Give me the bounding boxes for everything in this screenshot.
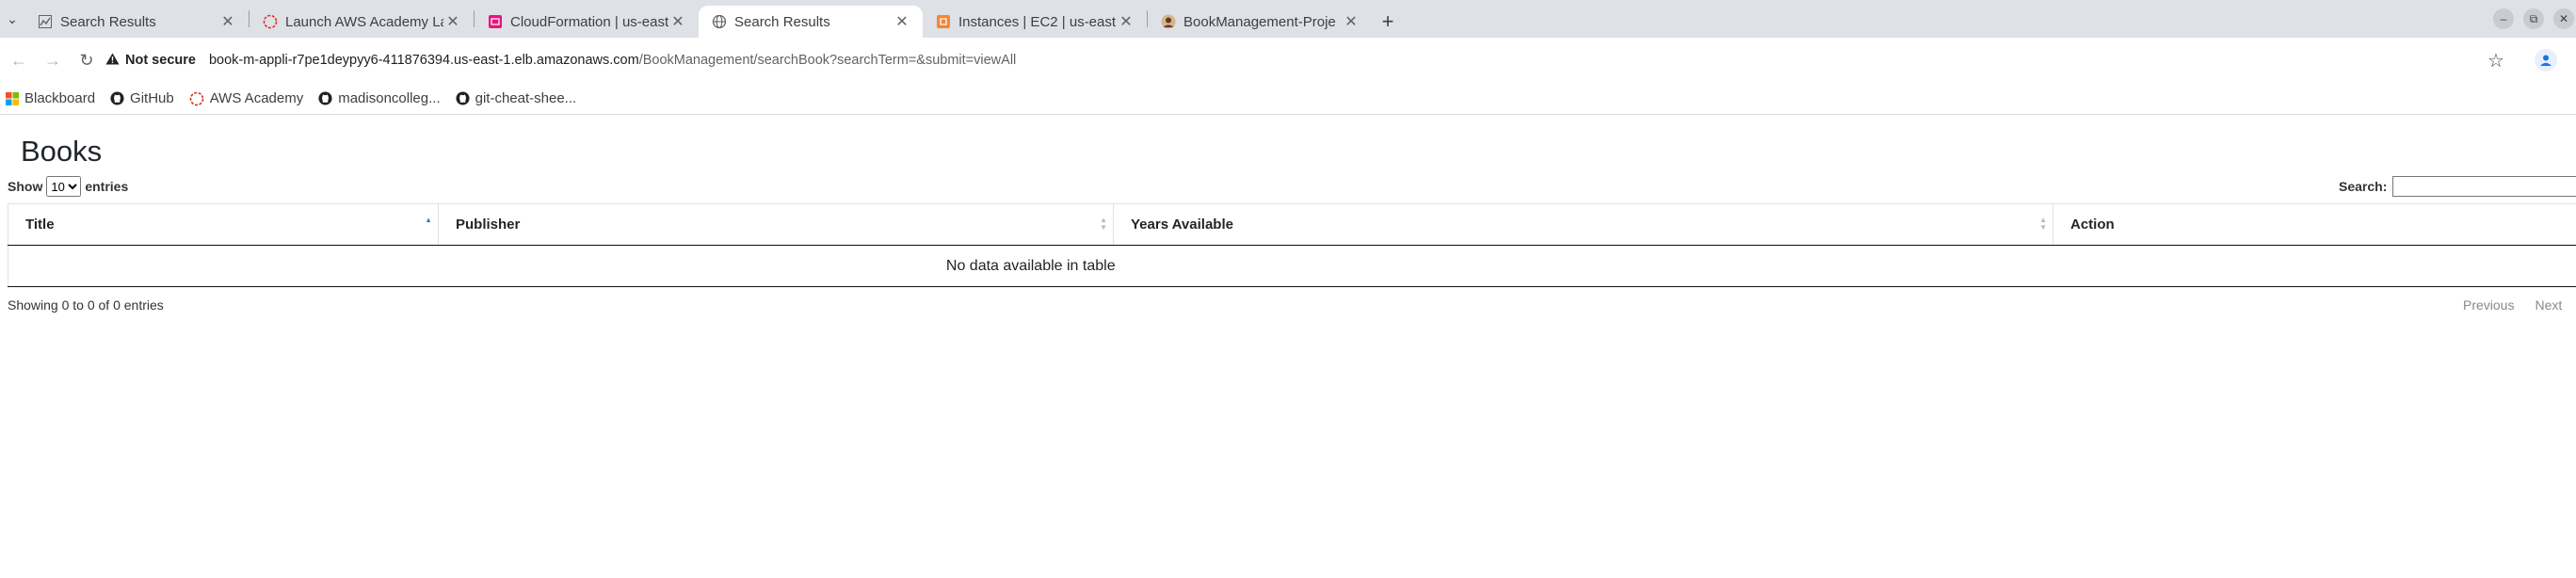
tab-title: CloudFormation | us-east	[510, 13, 668, 30]
page-content: Books Show 10 entries Search: Title ▲ Pu…	[0, 116, 2576, 578]
bookmark-github[interactable]: GitHub	[110, 90, 174, 106]
tab-instances-ec2[interactable]: Instances | EC2 | us-east ✕	[923, 6, 1147, 38]
sort-both-icon: ▲▼	[2039, 216, 2047, 232]
previous-page-button[interactable]: Previous	[2463, 297, 2514, 313]
back-arrow-icon[interactable]: ←	[2, 43, 36, 77]
security-label: Not secure	[125, 53, 196, 68]
column-header-years-available[interactable]: Years Available ▲ ▼	[1113, 203, 2053, 246]
bookmark-label: git-cheat-shee...	[475, 90, 577, 106]
minimize-icon[interactable]: –	[2493, 8, 2514, 29]
reload-icon[interactable]: ↻	[70, 43, 104, 77]
github-icon	[110, 91, 124, 105]
address-bar[interactable]: Not secure book-m-appli-r7pe1deypyy6-411…	[105, 41, 2478, 79]
tab-search-results-active[interactable]: Search Results ✕	[699, 6, 923, 38]
table-info: Showing 0 to 0 of 0 entries	[8, 297, 164, 313]
column-header-label: Publisher	[456, 217, 521, 233]
bookmark-star-icon[interactable]: ☆	[2487, 49, 2504, 72]
aws-academy-icon	[189, 91, 204, 106]
ec2-icon	[936, 14, 951, 29]
close-icon[interactable]: ✕	[1342, 12, 1360, 31]
tab-title: BookManagement-Proje	[1183, 13, 1336, 30]
cloudformation-icon	[488, 14, 503, 29]
restore-icon[interactable]: ⧉	[2523, 8, 2544, 29]
globe-icon	[712, 14, 727, 29]
entries-length-control: Show 10 entries	[8, 176, 128, 197]
tab-bookmanagement-project[interactable]: BookManagement-Proje ✕	[1148, 6, 1372, 38]
tab-title: Search Results	[734, 13, 830, 30]
next-page-button[interactable]: Next	[2535, 297, 2562, 313]
tab-search-results-1[interactable]: Search Results ✕	[24, 6, 249, 38]
bookmark-madisoncollege[interactable]: madisoncolleg...	[318, 90, 441, 106]
github-icon	[318, 91, 332, 105]
entries-per-page-select[interactable]: 10	[46, 176, 82, 197]
blackboard-icon	[6, 91, 19, 105]
empty-table-message: No data available in table	[8, 245, 2053, 287]
length-prefix: Show	[8, 179, 43, 194]
table-row: No data available in table	[8, 245, 2576, 287]
github-avatar-icon	[1161, 14, 1176, 29]
tab-title: Search Results	[60, 13, 156, 30]
column-header-label: Years Available	[1131, 217, 1233, 233]
table-search: Search:	[2339, 176, 2576, 197]
search-input[interactable]	[2392, 176, 2576, 197]
url-host: book-m-appli-r7pe1deypyy6-411876394.us-e…	[208, 53, 639, 68]
bookmark-blackboard[interactable]: Blackboard	[6, 90, 95, 106]
bookmark-git-cheat-sheet[interactable]: git-cheat-shee...	[456, 90, 577, 106]
close-icon[interactable]: ✕	[1117, 12, 1135, 31]
sort-both-icon: ▲▼	[1100, 216, 1107, 232]
length-suffix: entries	[85, 179, 129, 194]
column-header-action[interactable]: Action ▲▼	[2053, 203, 2576, 246]
browser-toolbar: ← → ↻ Not secure book-m-appli-r7pe1deypy…	[0, 38, 2576, 83]
chart-icon	[38, 14, 53, 29]
security-indicator[interactable]: Not secure	[105, 53, 196, 69]
bookmark-label: AWS Academy	[209, 90, 304, 106]
close-icon[interactable]: ✕	[443, 12, 462, 31]
tab-title: Launch AWS Academy La	[285, 13, 443, 30]
close-icon[interactable]: ✕	[218, 12, 237, 31]
tab-cloudformation[interactable]: CloudFormation | us-east ✕	[475, 6, 699, 38]
column-header-label: Action	[2070, 217, 2115, 233]
forward-arrow-icon[interactable]: →	[36, 43, 70, 77]
bookmark-label: GitHub	[130, 90, 174, 106]
bookmark-label: Blackboard	[24, 90, 96, 106]
new-tab-button[interactable]: +	[1372, 6, 1404, 38]
tab-search-chevron-icon[interactable]: ⌄	[0, 0, 24, 38]
column-header-label: Title	[25, 217, 55, 233]
bookmarks-bar: Blackboard GitHub AWS Academy madisoncol…	[0, 83, 2576, 115]
close-icon[interactable]: ✕	[668, 12, 687, 31]
tab-title: Instances | EC2 | us-east	[958, 13, 1117, 30]
pagination: Previous Next	[2463, 297, 2576, 313]
table-header-row: Title ▲ Publisher ▲ ▼ Years Available ▲ ▼ …	[8, 203, 2576, 246]
close-window-icon[interactable]: ✕	[2553, 8, 2574, 29]
warning-triangle-icon	[105, 53, 120, 69]
bookmark-label: madisoncolleg...	[338, 90, 441, 106]
aws-academy-icon	[263, 14, 278, 29]
column-header-publisher[interactable]: Publisher ▲ ▼	[438, 203, 1114, 246]
tab-strip: ⌄ Search Results ✕ Launch AWS Academy La…	[0, 0, 2576, 38]
url-path: /BookManagement/searchBook?searchTerm=&s…	[638, 53, 1017, 68]
close-icon[interactable]: ✕	[893, 12, 911, 31]
tab-launch-aws-academy[interactable]: Launch AWS Academy La ✕	[250, 6, 474, 38]
empty-cell	[2053, 245, 2576, 287]
github-icon	[456, 91, 470, 105]
books-table: Title ▲ Publisher ▲ ▼ Years Available ▲ ▼ …	[8, 203, 2576, 287]
page-title: Books	[21, 135, 103, 168]
bookmark-aws-academy[interactable]: AWS Academy	[189, 90, 303, 106]
sort-ascending-icon: ▲	[425, 216, 432, 224]
search-label: Search:	[2339, 179, 2388, 194]
column-header-title[interactable]: Title ▲	[8, 203, 439, 246]
profile-avatar-icon[interactable]	[2535, 49, 2557, 72]
